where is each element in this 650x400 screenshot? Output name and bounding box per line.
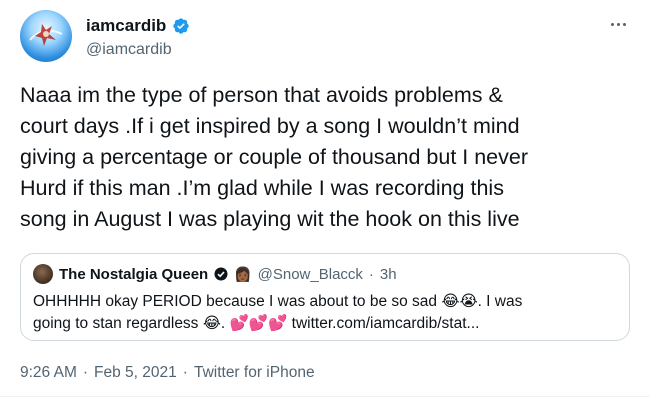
avatar[interactable] [20,10,72,62]
quoted-tweet-text: OHHHHH okay PERIOD because I was about t… [33,291,623,335]
quoted-avatar [33,264,53,284]
quoted-handle: @Snow_Blacck [257,265,363,283]
tweet-text: Naaa im the type of person that avoids p… [20,80,640,235]
tweet-client[interactable]: Twitter for iPhone [194,364,315,382]
tweet-header: iamcardib @iamcardib [14,8,636,64]
quoted-text-line: OHHHHH okay PERIOD because I was about t… [33,293,523,310]
avatar-image [29,24,63,46]
quoted-name-emoji: 👩🏾 [234,266,252,282]
quoted-separator: · [368,265,374,283]
tweet-text-line: giving a percentage or couple of thousan… [20,145,528,169]
black-circle-badge-icon [214,267,228,281]
tweet-time[interactable]: 9:26 AM [20,364,77,382]
author-names: iamcardib @iamcardib [86,16,190,59]
tweet-date[interactable]: Feb 5, 2021 [94,364,177,382]
more-dots-icon[interactable] [604,14,632,34]
quoted-display-name: The Nostalgia Queen [59,265,209,283]
quoted-tweet[interactable]: The Nostalgia Queen 👩🏾 @Snow_Blacck · 3h… [20,253,630,341]
meta-separator: · [82,364,89,381]
quoted-tweet-header: The Nostalgia Queen 👩🏾 @Snow_Blacck · 3h [33,264,397,284]
tweet-text-line: Hurd if this man .I’m glad while I was r… [20,176,504,200]
quoted-text-line: going to stan regardless 😂. 💕💕💕 twitter.… [33,315,480,332]
tweet-meta: 9:26 AM · Feb 5, 2021 · Twitter for iPho… [20,364,315,382]
tweet-text-line: court days .If i get inspired by a song … [20,114,520,138]
quoted-time: 3h [379,265,397,283]
meta-separator: · [182,364,188,381]
tweet-text-line: song in August I was playing wit the hoo… [20,207,520,231]
tweet-text-line: Naaa im the type of person that avoids p… [20,83,503,107]
tweet: iamcardib @iamcardib Naaa im the type of… [0,0,650,400]
author-display-name[interactable]: iamcardib [86,16,166,36]
verified-badge-icon [173,18,189,34]
author-handle[interactable]: @iamcardib [86,41,190,59]
divider [0,396,650,397]
